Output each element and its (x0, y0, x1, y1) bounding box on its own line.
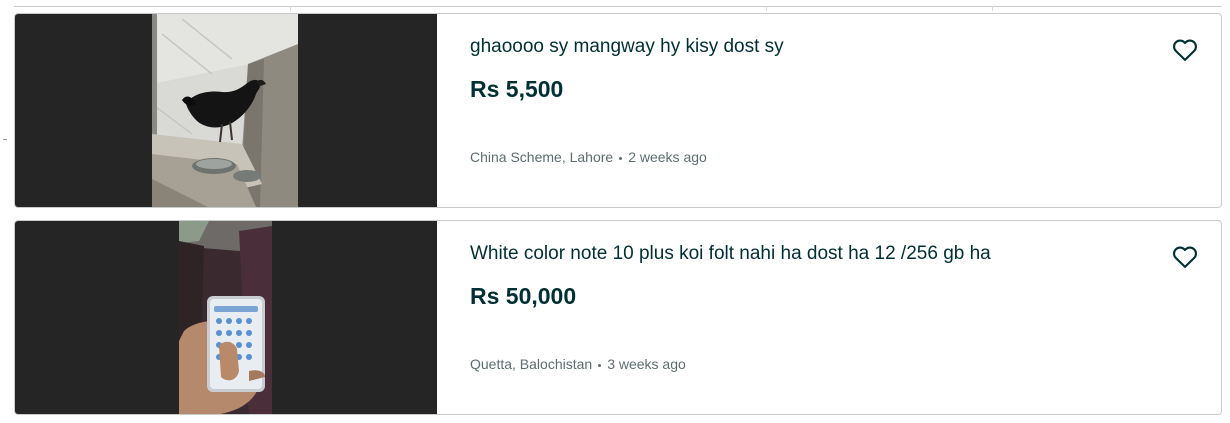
rooster-photo (152, 14, 298, 207)
listing-title[interactable]: White color note 10 plus koi folt nahi h… (470, 243, 991, 265)
heart-icon (1173, 39, 1197, 61)
favorite-button[interactable] (1171, 36, 1199, 64)
listing-location: Quetta, Balochistan (470, 356, 593, 372)
listing-title[interactable]: ghaoooo sy mangway hy kisy dost sy (470, 36, 784, 58)
separator-dot (619, 156, 623, 160)
listing-time: 2 weeks ago (628, 149, 707, 165)
listing-meta: China Scheme, Lahore 2 weeks ago (470, 149, 707, 165)
listing-card[interactable]: White color note 10 plus koi folt nahi h… (14, 220, 1222, 415)
listing-price: Rs 5,500 (470, 76, 564, 102)
divider-tick (290, 6, 291, 11)
separator-dot (598, 363, 602, 367)
listing-thumbnail[interactable] (15, 14, 437, 207)
heart-icon (1173, 246, 1197, 268)
listing-info: White color note 10 plus koi folt nahi h… (470, 221, 1161, 414)
divider-tick (992, 6, 993, 11)
previous-listing-bottom-border (14, 6, 1222, 11)
edge-mark (3, 139, 7, 140)
divider-tick (766, 6, 767, 11)
phone-in-hand-photo (179, 221, 272, 414)
listing-time: 3 weeks ago (607, 356, 686, 372)
listing-thumbnail[interactable] (15, 221, 437, 414)
listing-card[interactable]: ghaoooo sy mangway hy kisy dost sy Rs 5,… (14, 13, 1222, 208)
listing-price: Rs 50,000 (470, 283, 577, 309)
listing-location: China Scheme, Lahore (470, 149, 614, 165)
listing-meta: Quetta, Balochistan 3 weeks ago (470, 356, 686, 372)
favorite-button[interactable] (1171, 243, 1199, 271)
listing-info: ghaoooo sy mangway hy kisy dost sy Rs 5,… (470, 14, 1161, 207)
